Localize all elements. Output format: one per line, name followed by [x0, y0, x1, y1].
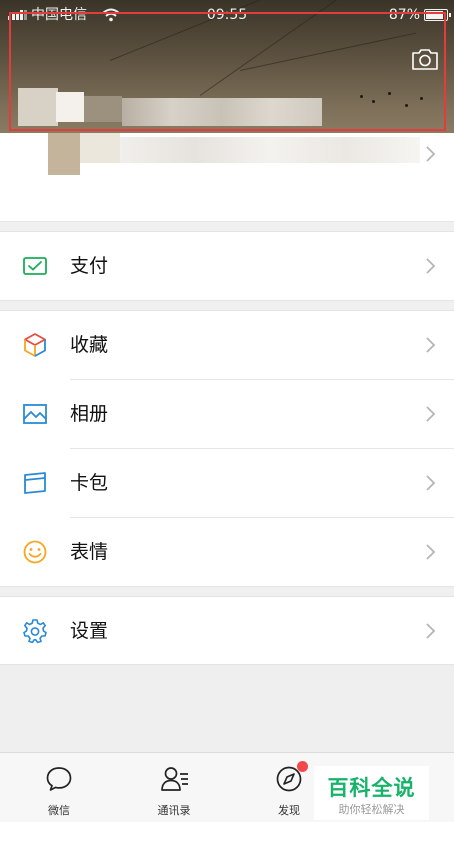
blurred-name — [84, 96, 122, 122]
chat-bubble-icon — [46, 767, 72, 791]
camera-icon[interactable] — [410, 46, 440, 72]
section-gap — [0, 300, 454, 311]
watermark-title: 百科全说 — [327, 776, 416, 800]
blurred-name — [122, 98, 322, 126]
status-bar: 中国电信 09:55 87% — [0, 0, 454, 30]
menu-label-pay: 支付 — [70, 255, 109, 277]
battery-icon — [424, 9, 451, 21]
wallet-check-icon — [23, 257, 47, 275]
menu-item-stickers[interactable]: 表情 — [0, 518, 454, 586]
profile-row[interactable] — [0, 133, 454, 221]
background-branch — [405, 104, 408, 107]
chevron-right-icon — [426, 544, 436, 560]
chevron-right-icon — [426, 337, 436, 353]
watermark-logo: 百科全说 助你轻松解决 — [314, 766, 429, 820]
menu-label-settings: 设置 — [70, 620, 109, 642]
battery-percent: 87% — [388, 7, 420, 23]
gear-icon — [23, 619, 47, 644]
tab-label-contacts: 通讯录 — [157, 804, 191, 817]
tab-contacts[interactable]: 通讯录 — [139, 753, 209, 823]
chevron-right-icon — [426, 406, 436, 422]
menu-item-album[interactable]: 相册 — [0, 380, 454, 448]
background-branch — [372, 100, 375, 103]
background-branch — [360, 95, 363, 98]
notification-badge — [297, 761, 308, 772]
blurred-avatar — [18, 88, 58, 126]
blurred-avatar — [80, 133, 120, 163]
chevron-right-icon — [426, 258, 436, 274]
cube-icon — [24, 333, 46, 357]
menu-label-album: 相册 — [70, 403, 109, 425]
chevron-right-icon — [426, 146, 436, 162]
profile-header-background: 中国电信 09:55 87% — [0, 0, 454, 133]
image-icon — [23, 404, 47, 424]
empty-background — [0, 664, 454, 752]
menu-item-favorites[interactable]: 收藏 — [0, 311, 454, 379]
menu-item-cards[interactable]: 卡包 — [0, 449, 454, 517]
card-icon — [24, 472, 46, 494]
blurred-wechat-id — [120, 137, 420, 163]
watermark-subtitle: 助你轻松解决 — [338, 803, 405, 816]
blurred-avatar — [56, 92, 84, 122]
menu-item-settings[interactable]: 设置 — [0, 597, 454, 665]
menu-label-cards: 卡包 — [70, 472, 109, 494]
background-branch — [388, 92, 391, 95]
section-gap — [0, 221, 454, 232]
status-time: 09:55 — [206, 7, 248, 23]
smiley-icon — [23, 540, 47, 564]
chevron-right-icon — [426, 475, 436, 491]
tab-chats[interactable]: 微信 — [24, 753, 94, 823]
section-gap — [0, 586, 454, 597]
menu-label-stickers: 表情 — [70, 541, 109, 563]
background-branch — [420, 97, 423, 100]
tab-label-chats: 微信 — [48, 804, 70, 817]
menu-label-favorites: 收藏 — [70, 334, 109, 356]
background-wire — [239, 32, 417, 71]
contacts-icon — [161, 767, 188, 791]
menu-item-pay[interactable]: 支付 — [0, 232, 454, 300]
chevron-right-icon — [426, 623, 436, 639]
blurred-avatar — [48, 133, 80, 175]
